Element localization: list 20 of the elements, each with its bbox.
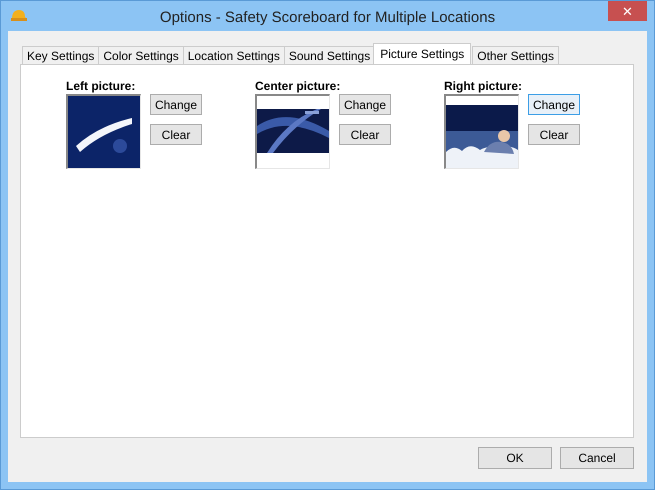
clear-button[interactable]: Clear [150,124,202,145]
picture-label: Right picture: [444,79,523,93]
change-button[interactable]: Change [339,94,391,115]
clear-button[interactable]: Clear [528,124,580,145]
cancel-button[interactable]: Cancel [560,447,634,469]
close-button[interactable]: ✕ [608,1,647,21]
helmet-icon [10,8,28,22]
picture-label: Left picture: [66,79,136,93]
tab[interactable]: Other Settings [472,46,559,64]
ok-button[interactable]: OK [478,447,552,469]
picture-label: Center picture: [255,79,342,93]
tab[interactable]: Picture Settings [373,43,472,64]
tab[interactable]: Sound Settings [284,46,376,64]
change-button[interactable]: Change [528,94,580,115]
tab[interactable]: Key Settings [22,46,100,64]
window-title: Options - Safety Scoreboard for Multiple Locations [160,8,496,26]
tab[interactable]: Location Settings [182,46,285,64]
clear-button[interactable]: Clear [339,124,391,145]
tab[interactable]: Color Settings [98,46,184,64]
change-button[interactable]: Change [150,94,202,115]
